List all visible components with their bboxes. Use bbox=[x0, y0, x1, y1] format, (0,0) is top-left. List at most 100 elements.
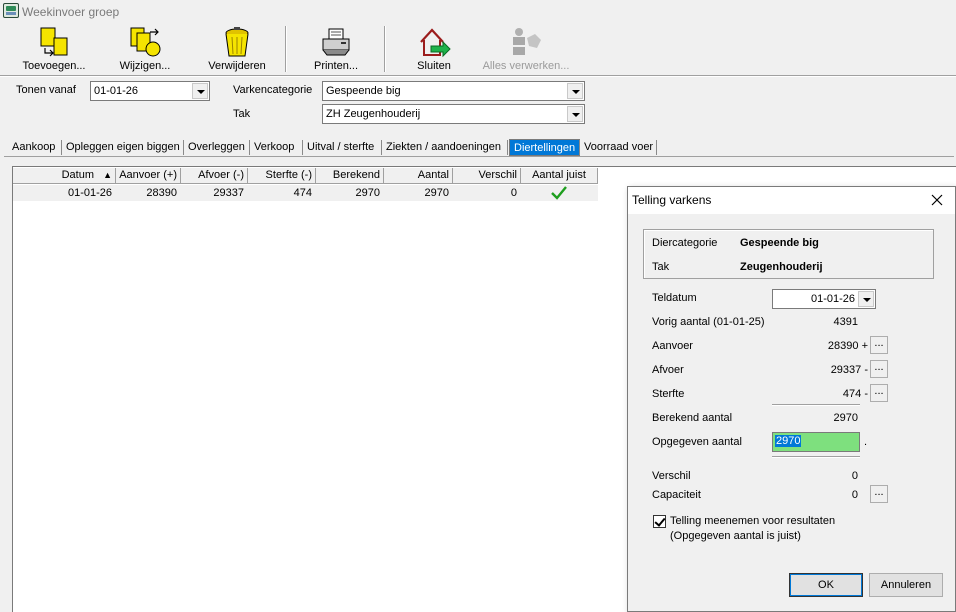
from-date-combo[interactable]: 01-01-26 bbox=[90, 81, 210, 101]
cell-verschil: 0 bbox=[510, 187, 517, 199]
given-count-label: Opgegeven aantal bbox=[652, 436, 742, 448]
count-date-label: Teldatum bbox=[652, 292, 697, 304]
sum-divider bbox=[772, 404, 860, 406]
delete-label: Verwijderen bbox=[208, 60, 266, 72]
difference-label: Verschil bbox=[652, 470, 691, 482]
edit-icon bbox=[130, 27, 161, 57]
given-count-suffix: . bbox=[864, 436, 868, 448]
category-value: Gespeende big bbox=[740, 237, 819, 249]
close-icon[interactable] bbox=[928, 191, 946, 209]
column-header-sterfte[interactable]: Sterfte (-) bbox=[248, 168, 316, 184]
tab-separator bbox=[507, 140, 508, 155]
tabs-underline bbox=[4, 156, 954, 157]
branch-label: Tak bbox=[652, 261, 670, 273]
tab-verkoop[interactable]: Verkoop bbox=[250, 139, 298, 156]
capacity-value: 0 bbox=[851, 489, 858, 501]
title-bar bbox=[0, 0, 956, 22]
category-value: Gespeende big bbox=[326, 85, 401, 97]
tab-voorraad-voer[interactable]: Voorraad voer bbox=[580, 139, 657, 156]
given-count-input[interactable]: 2970 bbox=[772, 432, 860, 452]
calculated-value: 2970 bbox=[833, 412, 858, 424]
printer-icon bbox=[322, 28, 350, 56]
cell-berekend: 2970 bbox=[355, 187, 380, 199]
supply-details-button[interactable]: ... bbox=[870, 336, 888, 354]
tab-diertellingen[interactable]: Diertellingen bbox=[509, 139, 581, 156]
exit-house-icon bbox=[420, 28, 451, 58]
window-title: Weekinvoer groep bbox=[22, 5, 120, 19]
removal-label: Afvoer bbox=[652, 364, 684, 376]
chevron-down-icon[interactable] bbox=[858, 291, 874, 307]
include-count-label[interactable]: Telling meenemen voor resultaten bbox=[670, 515, 835, 527]
count-date-value: 01-01-26 bbox=[810, 293, 855, 305]
tab-ziekten-aandoeningen[interactable]: Ziekten / aandoeningen bbox=[382, 139, 505, 156]
column-header-berekend[interactable]: Berekend bbox=[316, 168, 384, 184]
cell-afvoer: 29337 bbox=[213, 187, 244, 199]
include-count-sublabel: (Opgegeven aantal is juist) bbox=[670, 530, 801, 542]
column-header-aantal-juist[interactable]: Aantal juist bbox=[521, 168, 598, 184]
death-label: Sterfte bbox=[652, 388, 685, 400]
sort-ascending-icon: ▲ bbox=[103, 170, 112, 180]
category-label: Diercategorie bbox=[652, 237, 718, 249]
branch-value: ZH Zeugenhouderij bbox=[326, 108, 421, 120]
capacity-details-button[interactable]: ... bbox=[870, 485, 888, 503]
delete-button[interactable]: Verwijderen bbox=[204, 26, 270, 74]
print-button[interactable]: Printen... bbox=[308, 26, 364, 74]
app-icon bbox=[3, 3, 19, 18]
column-header-aanvoer[interactable]: Aanvoer (+) bbox=[116, 168, 181, 184]
include-count-checkbox[interactable] bbox=[653, 515, 666, 528]
close-button[interactable]: Sluiten bbox=[410, 26, 458, 74]
supply-label: Aanvoer bbox=[652, 340, 693, 352]
cell-sterfte: 474 bbox=[293, 187, 312, 199]
column-header-label: Datum bbox=[61, 169, 95, 181]
category-combo[interactable]: Gespeende big bbox=[322, 81, 585, 101]
process-all-button[interactable]: Alles verwerken... bbox=[478, 26, 574, 74]
print-label: Printen... bbox=[313, 60, 359, 72]
column-header-datum[interactable]: Datum ▲ bbox=[13, 168, 116, 184]
dialog-title: Telling varkens bbox=[632, 193, 712, 207]
process-all-icon bbox=[513, 28, 541, 55]
from-date-value: 01-01-26 bbox=[94, 85, 139, 97]
difference-divider bbox=[772, 456, 860, 458]
tab-opleggen-eigen-biggen[interactable]: Opleggen eigen biggen bbox=[62, 139, 184, 156]
process-all-label: Alles verwerken... bbox=[482, 60, 570, 72]
close-label: Sluiten bbox=[417, 60, 451, 72]
column-header-afvoer[interactable]: Afvoer (-) bbox=[181, 168, 248, 184]
chevron-down-icon[interactable] bbox=[192, 83, 208, 99]
supply-value: 28390 + bbox=[827, 340, 868, 352]
branch-combo[interactable]: ZH Zeugenhouderij bbox=[322, 104, 585, 124]
add-button[interactable]: Toevoegen... bbox=[18, 26, 90, 74]
chevron-down-icon[interactable] bbox=[567, 83, 583, 99]
capacity-label: Capaciteit bbox=[652, 489, 701, 501]
toolbar-separator bbox=[384, 26, 386, 72]
ok-button[interactable]: OK bbox=[789, 573, 863, 597]
from-label: Tonen vanaf bbox=[16, 84, 76, 96]
death-details-button[interactable]: ... bbox=[870, 384, 888, 402]
edit-label: Wijzigen... bbox=[119, 60, 171, 72]
given-count-value: 2970 bbox=[775, 435, 802, 447]
previous-count-value: 4391 bbox=[833, 316, 858, 328]
category-label: Varkencategorie bbox=[233, 84, 313, 96]
toolbar-divider bbox=[0, 75, 956, 77]
cancel-button[interactable]: Annuleren bbox=[869, 573, 943, 597]
previous-count-label: Vorig aantal (01-01-25) bbox=[652, 316, 765, 328]
add-icon bbox=[40, 27, 68, 57]
trash-icon bbox=[225, 27, 249, 57]
check-icon bbox=[551, 186, 567, 200]
tab-overleggen[interactable]: Overleggen bbox=[184, 139, 249, 156]
count-date-combo[interactable]: 01-01-26 bbox=[772, 289, 876, 309]
removal-details-button[interactable]: ... bbox=[870, 360, 888, 378]
edit-button[interactable]: Wijzigen... bbox=[112, 26, 178, 74]
column-header-aantal[interactable]: Aantal bbox=[384, 168, 453, 184]
tab-separator bbox=[656, 140, 657, 155]
branch-label: Tak bbox=[233, 108, 251, 120]
column-header-verschil[interactable]: Verschil bbox=[453, 168, 521, 184]
cell-aantal: 2970 bbox=[424, 187, 449, 199]
chevron-down-icon[interactable] bbox=[567, 106, 583, 122]
tab-uitval-sterfte[interactable]: Uitval / sterfte bbox=[303, 139, 378, 156]
branch-value: Zeugenhouderij bbox=[740, 261, 823, 273]
add-label: Toevoegen... bbox=[22, 60, 86, 72]
cell-datum: 01-01-26 bbox=[67, 187, 112, 199]
death-value: 474 - bbox=[842, 388, 868, 400]
tab-aankoop[interactable]: Aankoop bbox=[8, 139, 59, 156]
cell-aanvoer: 28390 bbox=[146, 187, 177, 199]
